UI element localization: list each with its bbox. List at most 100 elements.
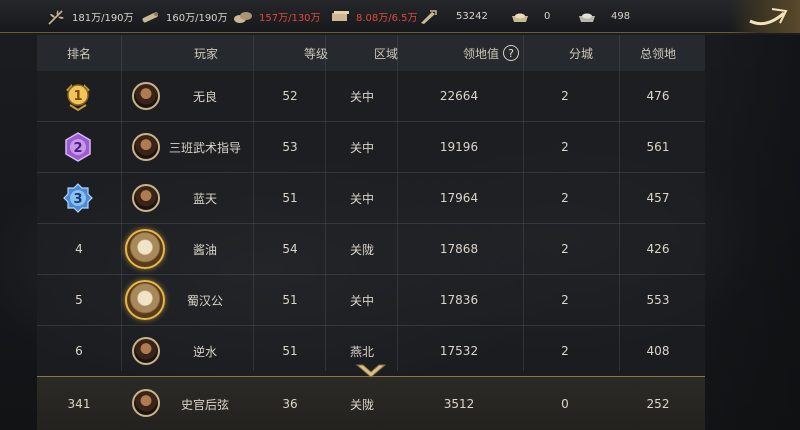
resource-wood[interactable]: 160万/190万 <box>140 0 228 33</box>
silver-value: 498 <box>611 11 631 22</box>
player-city: 2 <box>561 191 569 205</box>
player-territory: 17836 <box>439 293 479 307</box>
medal-rank-label: 1 <box>73 89 82 104</box>
avatar[interactable] <box>132 184 160 212</box>
table-row[interactable]: 4 酱油 54 关陇 17868 2 426 <box>37 224 705 275</box>
resource-bar: 181万/190万 160万/190万 157万/130万 8.08万/6.5万… <box>0 0 800 33</box>
player-rank: 341 <box>67 397 91 411</box>
table-row[interactable]: 2 三班武术指导 53 关中 19196 2 561 <box>37 122 705 173</box>
player-name: 蜀汉公 <box>186 293 223 308</box>
resource-stone[interactable]: 157万/130万 <box>233 0 321 33</box>
player-city: 2 <box>561 140 569 154</box>
player-name: 史官后弦 <box>180 397 229 412</box>
header-region: 区域 <box>373 46 398 61</box>
silver-ingot-icon <box>579 13 595 22</box>
table-header: 排名 玩家 等级 区域 领地值 ? 分城 总领地 <box>37 35 705 71</box>
iron-icon <box>332 10 349 21</box>
player-rank: 6 <box>75 344 83 358</box>
player-territory: 17532 <box>439 344 479 358</box>
resource-grain[interactable]: 181万/190万 <box>46 0 134 33</box>
iron-value: 8.08万/6.5万 <box>356 13 418 24</box>
avatar[interactable] <box>132 389 160 417</box>
chevron-down-icon[interactable] <box>355 361 387 381</box>
player-territory: 3512 <box>443 397 475 411</box>
header-rank: 排名 <box>66 46 91 61</box>
player-total: 426 <box>646 242 670 256</box>
grain-icon <box>48 9 64 25</box>
medal-rank-label: 2 <box>73 141 82 156</box>
header-territory: 领地值 ? <box>431 35 551 71</box>
player-level: 52 <box>282 89 298 103</box>
table-row[interactable]: 341 史官后弦 36 关陇 3512 0 252 <box>37 377 705 430</box>
player-territory: 17868 <box>439 242 479 256</box>
player-region: 关陇 <box>349 397 374 412</box>
self-ranking-row[interactable]: 341 史官后弦 36 关陇 3512 0 252 <box>37 376 705 430</box>
avatar[interactable] <box>132 133 160 161</box>
player-city: 0 <box>561 397 569 411</box>
medal-rank-label: 3 <box>73 192 82 207</box>
gold-ingot-icon <box>512 13 528 22</box>
player-region: 关中 <box>349 191 374 206</box>
stone-value: 157万/130万 <box>259 13 321 24</box>
player-city: 2 <box>561 89 569 103</box>
player-name: 逆水 <box>192 344 217 359</box>
resource-iron[interactable]: 8.08万/6.5万 <box>330 0 418 33</box>
stone-icon <box>234 11 252 23</box>
player-region: 关中 <box>349 140 374 155</box>
header-player: 玩家 <box>193 46 218 61</box>
right-margin <box>705 35 800 430</box>
decree-icon <box>421 9 437 24</box>
player-territory: 22664 <box>439 89 479 103</box>
gold-medal-icon: 1 <box>66 84 90 112</box>
player-total: 561 <box>646 140 670 154</box>
player-total: 476 <box>646 89 670 103</box>
avatar[interactable] <box>132 82 160 110</box>
avatar[interactable] <box>132 337 160 365</box>
resource-gold[interactable]: 0 <box>510 0 550 33</box>
table-row[interactable]: 1 无良 52 关中 22664 2 476 <box>37 71 705 122</box>
player-name: 蓝天 <box>192 191 217 206</box>
purple-medal-icon: 2 <box>65 132 91 162</box>
avatar[interactable] <box>125 229 165 269</box>
gold-value: 0 <box>544 11 551 22</box>
header-level: 等级 <box>303 46 328 61</box>
wood-icon <box>142 11 158 22</box>
back-arrow-icon <box>749 8 788 26</box>
blue-medal-icon: 3 <box>63 183 93 213</box>
header-city: 分城 <box>568 46 593 61</box>
help-icon[interactable]: ? <box>503 45 519 61</box>
player-region: 关陇 <box>349 242 374 257</box>
player-name: 无良 <box>192 89 217 104</box>
player-rank: 4 <box>75 242 83 256</box>
header-territory-label: 领地值 <box>462 46 499 61</box>
player-city: 2 <box>561 344 569 358</box>
player-level: 51 <box>282 293 298 307</box>
player-total: 553 <box>646 293 670 307</box>
back-button[interactable] <box>730 0 800 33</box>
player-level: 54 <box>282 242 298 256</box>
header-total: 总领地 <box>639 46 676 61</box>
table-row[interactable]: 5 蜀汉公 51 关中 17836 2 553 <box>37 275 705 326</box>
player-name: 酱油 <box>192 242 217 257</box>
player-level: 51 <box>282 344 298 358</box>
player-rank: 5 <box>75 293 83 307</box>
player-level: 36 <box>282 397 298 411</box>
resource-decree[interactable]: 53242 <box>418 0 488 33</box>
wood-value: 160万/190万 <box>166 13 228 24</box>
player-city: 2 <box>561 242 569 256</box>
player-level: 53 <box>282 140 298 154</box>
player-total: 457 <box>646 191 670 205</box>
player-level: 51 <box>282 191 298 205</box>
resource-silver[interactable]: 498 <box>577 0 630 33</box>
player-total: 252 <box>646 397 670 411</box>
player-total: 408 <box>646 344 670 358</box>
grain-value: 181万/190万 <box>72 13 134 24</box>
player-name: 三班武术指导 <box>168 140 241 155</box>
player-territory: 17964 <box>439 191 479 205</box>
player-region: 关中 <box>349 89 374 104</box>
player-region: 关中 <box>349 293 374 308</box>
player-territory: 19196 <box>439 140 479 154</box>
table-row[interactable]: 3 蓝天 51 关中 17964 2 457 <box>37 173 705 224</box>
decree-value: 53242 <box>456 11 488 22</box>
avatar[interactable] <box>125 280 165 320</box>
